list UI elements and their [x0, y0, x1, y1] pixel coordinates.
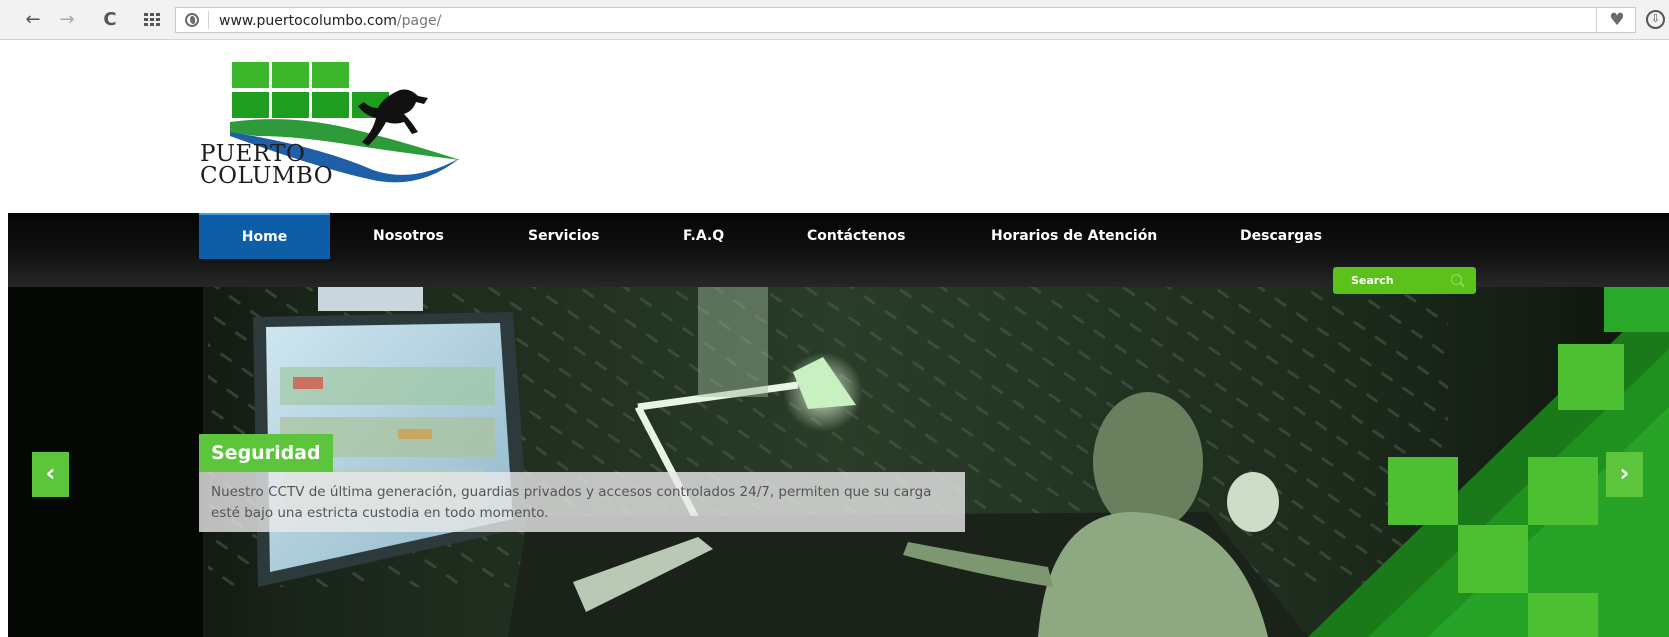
nav-item-faq[interactable]: F.A.Q [683, 213, 724, 260]
reload-icon: C [103, 9, 117, 30]
chevron-right-icon: › [1619, 459, 1630, 487]
search-input[interactable] [1333, 267, 1445, 294]
site-logo[interactable]: PUERTO COLUMBO [198, 62, 460, 188]
nav-item-contactenos[interactable]: Contáctenos [807, 213, 905, 260]
bookmark-heart-icon[interactable]: ♥ [1608, 12, 1626, 29]
slide-caption: Nuestro CCTV de última generación, guard… [199, 472, 965, 532]
slide-caption-line1: Nuestro CCTV de última generación, guard… [211, 484, 932, 500]
apps-grid-icon[interactable] [144, 13, 160, 26]
forward-button[interactable]: → [56, 9, 78, 31]
reload-button[interactable]: C [99, 9, 121, 31]
browser-toolbar: ← → C www.puertocolumbo.com/page/ ♥ ⇩ [0, 0, 1669, 40]
site-info-globe-icon[interactable] [185, 13, 199, 27]
forward-arrow-icon: → [59, 9, 75, 30]
chevron-left-icon: ‹ [45, 459, 56, 487]
nav-item-home[interactable]: Home [199, 213, 330, 259]
search-icon[interactable] [1451, 274, 1462, 285]
logo-text-line2: COLUMBO [200, 163, 334, 189]
nav-item-horarios[interactable]: Horarios de Atención [991, 213, 1157, 260]
slider-prev-button[interactable]: ‹ [32, 452, 69, 497]
url-text[interactable]: www.puertocolumbo.com/page/ [219, 12, 441, 30]
address-separator [208, 11, 209, 29]
nav-item-descargas[interactable]: Descargas [1240, 213, 1322, 260]
url-host: www.puertocolumbo.com [219, 13, 397, 29]
back-button[interactable]: ← [22, 9, 44, 31]
nav-item-servicios[interactable]: Servicios [528, 213, 599, 260]
back-arrow-icon: ← [25, 9, 41, 30]
slide-title: Seguridad [199, 434, 333, 472]
nav-item-nosotros[interactable]: Nosotros [373, 213, 444, 260]
search-box[interactable] [1333, 267, 1476, 294]
url-path: /page/ [396, 13, 442, 29]
download-icon[interactable]: ⇩ [1646, 10, 1665, 29]
horse-icon [358, 89, 428, 146]
address-right-separator [1596, 8, 1597, 32]
slide-caption-line2: esté bajo una estricta custodia en todo … [211, 505, 549, 521]
slider-next-button[interactable]: › [1606, 452, 1643, 497]
address-bar[interactable]: www.puertocolumbo.com/page/ ♥ [175, 7, 1636, 33]
